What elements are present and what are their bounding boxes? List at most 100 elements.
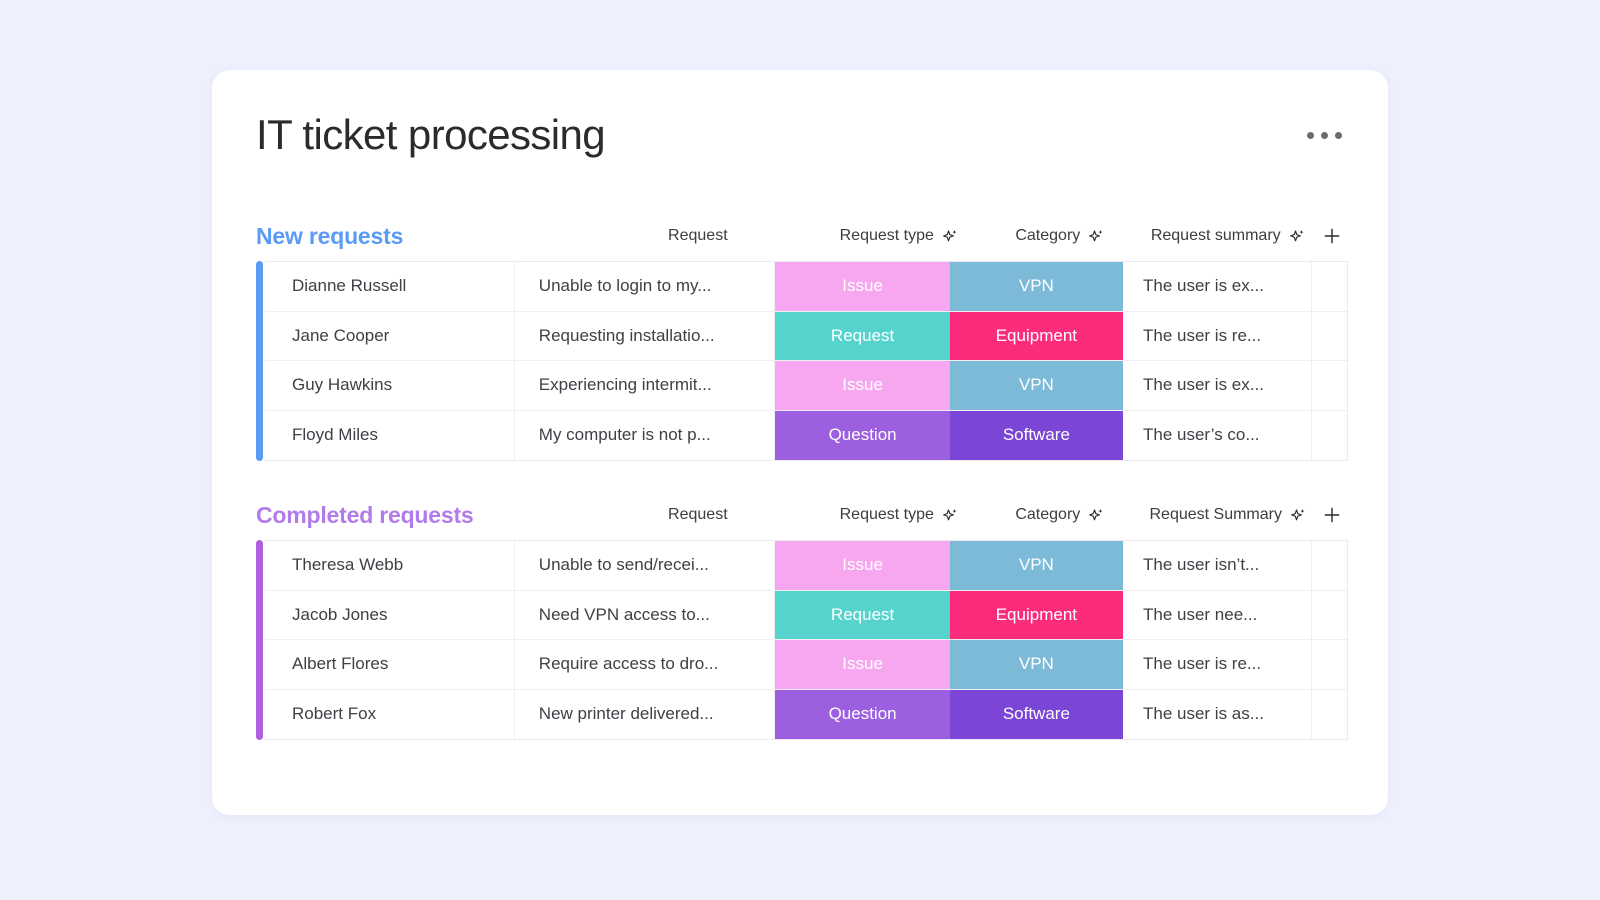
cell-request[interactable]: Experiencing intermit...	[515, 361, 776, 410]
table-grid: Theresa Webb Unable to send/recei... Issue…	[265, 540, 1348, 740]
table-row[interactable]: Theresa Webb Unable to send/recei... Issue…	[265, 541, 1347, 591]
cell-empty[interactable]	[1312, 262, 1347, 311]
cell-category[interactable]: Software	[949, 410, 1123, 460]
table-grid: Dianne Russell Unable to login to my... Is…	[265, 261, 1348, 461]
table-row[interactable]: Guy Hawkins Experiencing intermit... Issue…	[265, 361, 1347, 411]
page-title: IT ticket processing	[256, 111, 606, 158]
cell-type[interactable]: Request	[775, 590, 950, 639]
cell-name[interactable]: Jane Cooper	[265, 311, 515, 360]
cell-category[interactable]: VPN	[949, 640, 1123, 689]
cell-name[interactable]: Guy Hawkins	[265, 361, 515, 410]
table-row[interactable]: Floyd Miles My computer is not p... Questi…	[265, 410, 1347, 461]
page-root: IT ticket processing New requests Reques…	[0, 0, 1600, 900]
plus-icon	[1319, 223, 1345, 249]
column-header-request-type[interactable]: Request type	[819, 506, 981, 524]
more-horizontal-icon	[1321, 132, 1328, 139]
plus-icon	[1319, 502, 1345, 528]
cell-category[interactable]: VPN	[949, 541, 1123, 590]
section-accent-bar	[256, 261, 263, 461]
cell-name[interactable]: Floyd Miles	[265, 410, 515, 460]
cell-category[interactable]: VPN	[949, 361, 1123, 410]
add-column-button[interactable]	[1316, 223, 1348, 249]
table-row[interactable]: Albert Flores Require access to dro... Iss…	[265, 640, 1347, 690]
column-header-label: Category	[1015, 227, 1081, 244]
sparkle-ai-icon	[942, 228, 959, 245]
column-header-label: Request summary	[1150, 227, 1281, 244]
column-header-request[interactable]: Request	[577, 227, 818, 245]
board-card: IT ticket processing New requests Reques…	[212, 70, 1388, 815]
cell-type[interactable]: Request	[775, 311, 950, 360]
cell-request[interactable]: Need VPN access to...	[515, 590, 776, 639]
column-header-request-summary[interactable]: Request Summary	[1141, 506, 1316, 524]
cell-empty[interactable]	[1312, 690, 1347, 740]
cell-summary[interactable]: The user isn’t...	[1123, 541, 1313, 590]
cell-type[interactable]: Question	[775, 689, 950, 739]
add-column-button[interactable]	[1316, 502, 1348, 528]
cell-type[interactable]: Issue	[775, 640, 950, 689]
cell-request[interactable]: My computer is not p...	[515, 410, 776, 460]
table-row[interactable]: Dianne Russell Unable to login to my... Is…	[265, 262, 1347, 312]
cell-name[interactable]: Theresa Webb	[265, 541, 515, 590]
section-header: New requests Request Request type Catego…	[256, 215, 1348, 257]
cell-summary[interactable]: The user is as...	[1123, 689, 1313, 739]
section-new-requests: New requests Request Request type Catego…	[256, 215, 1348, 461]
card-header: IT ticket processing	[256, 106, 1344, 170]
cell-summary[interactable]: The user is re...	[1123, 640, 1313, 689]
cell-category[interactable]: Software	[949, 689, 1123, 739]
column-header-label: Request type	[839, 506, 934, 523]
column-header-request-summary[interactable]: Request summary	[1141, 227, 1316, 245]
sparkle-ai-icon	[1289, 228, 1306, 245]
cell-summary[interactable]: The user’s co...	[1123, 410, 1313, 460]
cell-request[interactable]: Requesting installatio...	[515, 311, 776, 360]
section-completed-requests: Completed requests Request Request type …	[256, 494, 1348, 740]
cell-empty[interactable]	[1312, 640, 1347, 689]
column-header-label: Request Summary	[1149, 506, 1282, 523]
column-header-category[interactable]: Category	[980, 227, 1141, 245]
column-header-request-type[interactable]: Request type	[819, 227, 981, 245]
cell-summary[interactable]: The user is ex...	[1123, 262, 1313, 311]
cell-empty[interactable]	[1312, 411, 1347, 461]
column-header-label: Category	[1015, 506, 1081, 523]
column-header-label: Request type	[839, 227, 934, 244]
more-options-button[interactable]	[1305, 126, 1344, 145]
table-row[interactable]: Jane Cooper Requesting installatio... Requ…	[265, 311, 1347, 361]
cell-empty[interactable]	[1312, 361, 1347, 410]
cell-type[interactable]: Question	[775, 410, 950, 460]
cell-category[interactable]: Equipment	[949, 590, 1123, 639]
cell-request[interactable]: New printer delivered...	[515, 689, 776, 739]
cell-summary[interactable]: The user is re...	[1123, 311, 1313, 360]
column-header-label: Request	[668, 227, 728, 244]
sparkle-ai-icon	[1290, 507, 1307, 524]
cell-name[interactable]: Jacob Jones	[265, 590, 515, 639]
column-header-request[interactable]: Request	[577, 506, 818, 524]
cell-category[interactable]: VPN	[949, 262, 1123, 311]
cell-type[interactable]: Issue	[775, 262, 950, 311]
column-header-category[interactable]: Category	[980, 506, 1141, 524]
sparkle-ai-icon	[1088, 507, 1105, 524]
cell-empty[interactable]	[1312, 591, 1347, 640]
cell-empty[interactable]	[1312, 541, 1347, 590]
section-header: Completed requests Request Request type …	[256, 494, 1348, 536]
cell-request[interactable]: Require access to dro...	[515, 640, 776, 689]
sparkle-ai-icon	[942, 507, 959, 524]
cell-request[interactable]: Unable to send/recei...	[515, 541, 776, 590]
column-header-label: Request	[668, 506, 728, 523]
more-horizontal-icon	[1307, 132, 1314, 139]
more-horizontal-icon	[1335, 132, 1342, 139]
cell-name[interactable]: Albert Flores	[265, 640, 515, 689]
cell-request[interactable]: Unable to login to my...	[515, 262, 776, 311]
cell-name[interactable]: Dianne Russell	[265, 262, 515, 311]
cell-type[interactable]: Issue	[775, 361, 950, 410]
cell-category[interactable]: Equipment	[949, 311, 1123, 360]
table-row[interactable]: Jacob Jones Need VPN access to... Request E…	[265, 590, 1347, 640]
cell-empty[interactable]	[1312, 312, 1347, 361]
table-row[interactable]: Robert Fox New printer delivered... Questi…	[265, 689, 1347, 740]
table-new-requests: Dianne Russell Unable to login to my... Is…	[256, 261, 1348, 461]
section-accent-bar	[256, 540, 263, 740]
cell-summary[interactable]: The user nee...	[1123, 590, 1313, 639]
table-completed-requests: Theresa Webb Unable to send/recei... Issue…	[256, 540, 1348, 740]
cell-name[interactable]: Robert Fox	[265, 689, 515, 739]
cell-type[interactable]: Issue	[775, 541, 950, 590]
cell-summary[interactable]: The user is ex...	[1123, 361, 1313, 410]
section-title: Completed requests	[256, 501, 474, 528]
